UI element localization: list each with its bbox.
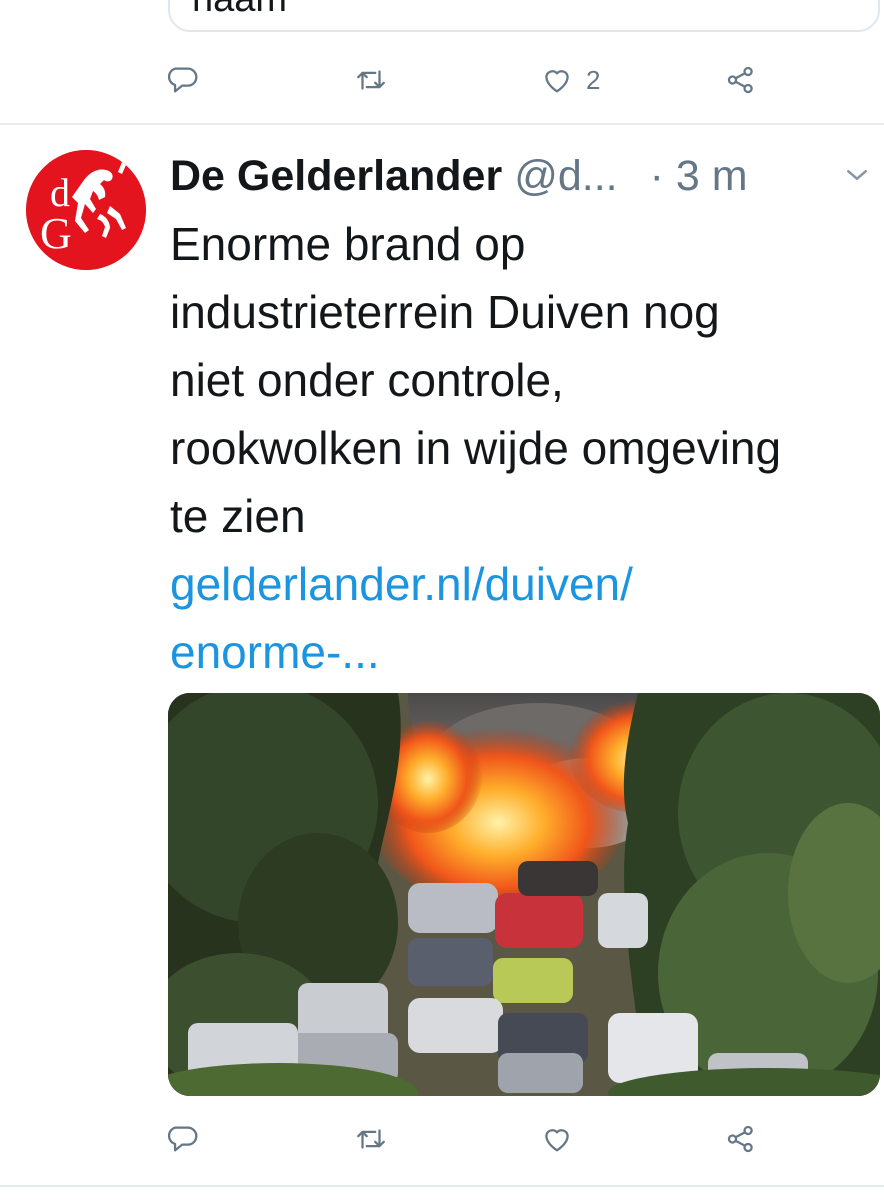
- share-icon: [727, 66, 753, 94]
- tweet-link-continued[interactable]: enorme-...: [170, 626, 380, 678]
- previous-tweet-text-box: haam: [168, 0, 880, 32]
- tweet-photo[interactable]: [168, 693, 880, 1096]
- logo-letter-bottom: G: [40, 209, 72, 258]
- chevron-down-icon[interactable]: [842, 160, 872, 190]
- share-button[interactable]: [724, 1114, 758, 1164]
- share-icon: [727, 1125, 753, 1153]
- previous-tweet: haam 2: [0, 0, 884, 124]
- like-button[interactable]: [540, 1114, 574, 1164]
- tweet-divider: [0, 123, 884, 125]
- retweet-button[interactable]: [354, 55, 388, 105]
- tweet-action-bar: [168, 1114, 768, 1164]
- gelderlander-logo: d G: [26, 150, 146, 270]
- reply-icon: [168, 1126, 198, 1152]
- previous-tweet-text: haam: [192, 0, 287, 18]
- heart-icon: [545, 1129, 569, 1152]
- reply-button[interactable]: [168, 1114, 202, 1164]
- retweet-button[interactable]: [354, 1114, 388, 1164]
- tweet-text-line: industrieterrein Duiven nog: [170, 286, 720, 338]
- author-avatar[interactable]: d G: [26, 150, 146, 270]
- fire-photo: [168, 693, 880, 1096]
- share-button[interactable]: [724, 55, 758, 105]
- tweet-text-line: Enorme brand op: [170, 218, 526, 270]
- tweet-header: De Gelderlander @d... · 3 m: [170, 148, 870, 204]
- tweet-text-line: te zien: [170, 490, 306, 542]
- retweet-icon: [357, 1129, 385, 1149]
- like-count: 2: [586, 64, 601, 95]
- heart-icon: [545, 70, 569, 93]
- tweet-text-line: rookwolken in wijde omgeving: [170, 422, 782, 474]
- reply-icon: [168, 67, 198, 93]
- like-button[interactable]: 2: [540, 55, 600, 105]
- previous-tweet-action-bar: 2: [168, 55, 768, 105]
- retweet-icon: [357, 70, 385, 90]
- tweet-text-line: niet onder controle,: [170, 354, 564, 406]
- author-handle[interactable]: @d...: [514, 152, 617, 201]
- reply-button[interactable]: [168, 55, 202, 105]
- tweet-divider: [0, 1185, 884, 1187]
- tweet-text: Enorme brand op industrieterrein Duiven …: [170, 210, 876, 686]
- tweet-timestamp[interactable]: · 3 m: [650, 152, 748, 201]
- tweet-link[interactable]: gelderlander.nl/duiven/: [170, 558, 633, 610]
- author-name[interactable]: De Gelderlander: [170, 152, 502, 201]
